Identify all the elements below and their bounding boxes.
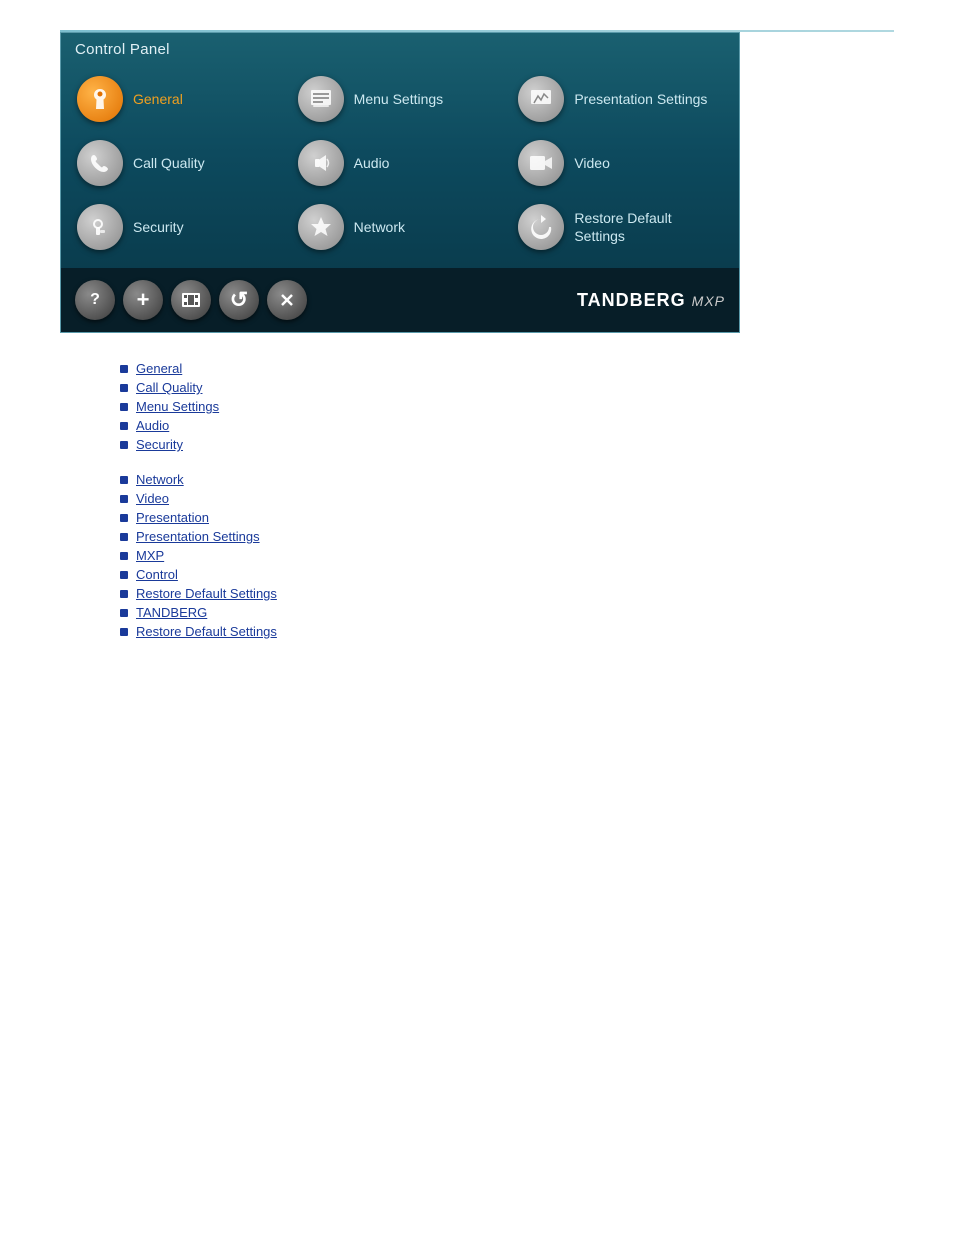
link-mxp[interactable]: MXP bbox=[136, 548, 164, 563]
list-item: MXP bbox=[120, 548, 894, 563]
presentation-icon bbox=[518, 76, 564, 122]
link-network[interactable]: Network bbox=[136, 472, 184, 487]
link-menu-settings[interactable]: Menu Settings bbox=[136, 399, 219, 414]
control-panel-toolbar: ? + ↺ TANDBERG bbox=[61, 268, 739, 332]
list-item: Video bbox=[120, 491, 894, 506]
list-item: Menu Settings bbox=[120, 399, 894, 414]
link-group-1: General Call Quality Menu Settings Audio… bbox=[120, 361, 894, 452]
general-icon bbox=[77, 76, 123, 122]
bullet-icon bbox=[120, 495, 128, 503]
call-quality-icon bbox=[77, 140, 123, 186]
cp-item-audio[interactable]: Audio bbox=[292, 136, 509, 190]
link-restore-default-settings-2[interactable]: Restore Default Settings bbox=[136, 624, 277, 639]
link-security[interactable]: Security bbox=[136, 437, 183, 452]
presentation-label: Presentation Settings bbox=[574, 90, 707, 108]
link-video[interactable]: Video bbox=[136, 491, 169, 506]
list-item: Security bbox=[120, 437, 894, 452]
list-item: Network bbox=[120, 472, 894, 487]
list-item: Presentation Settings bbox=[120, 529, 894, 544]
list-item: Call Quality bbox=[120, 380, 894, 395]
audio-label: Audio bbox=[354, 154, 390, 172]
menu-settings-icon bbox=[298, 76, 344, 122]
cp-item-presentation[interactable]: Presentation Settings bbox=[512, 72, 729, 126]
link-presentation[interactable]: Presentation bbox=[136, 510, 209, 525]
list-item: TANDBERG bbox=[120, 605, 894, 620]
control-panel-grid: General Menu Settings bbox=[61, 64, 739, 268]
general-label: General bbox=[133, 90, 183, 108]
list-item: Control bbox=[120, 567, 894, 582]
link-call-quality[interactable]: Call Quality bbox=[136, 380, 202, 395]
bullet-icon bbox=[120, 441, 128, 449]
list-item: General bbox=[120, 361, 894, 376]
help-button[interactable]: ? bbox=[75, 280, 115, 320]
audio-icon bbox=[298, 140, 344, 186]
network-icon bbox=[298, 204, 344, 250]
links-section: General Call Quality Menu Settings Audio… bbox=[60, 361, 894, 639]
bullet-icon bbox=[120, 609, 128, 617]
tandberg-logo: TANDBERG MXP bbox=[577, 290, 725, 311]
close-button[interactable] bbox=[267, 280, 307, 320]
bullet-icon bbox=[120, 365, 128, 373]
bullet-icon bbox=[120, 514, 128, 522]
cp-item-restore[interactable]: Restore Default Settings bbox=[512, 200, 729, 254]
bullet-icon bbox=[120, 476, 128, 484]
link-audio[interactable]: Audio bbox=[136, 418, 169, 433]
add-button[interactable]: + bbox=[123, 280, 163, 320]
bullet-icon bbox=[120, 533, 128, 541]
video-label: Video bbox=[574, 154, 610, 172]
video-icon bbox=[518, 140, 564, 186]
cp-item-call-quality[interactable]: Call Quality bbox=[71, 136, 288, 190]
list-item: Restore Default Settings bbox=[120, 586, 894, 601]
bullet-icon bbox=[120, 628, 128, 636]
control-panel-title: Control Panel bbox=[61, 33, 739, 64]
bullet-icon bbox=[120, 552, 128, 560]
link-control[interactable]: Control bbox=[136, 567, 178, 582]
bullet-icon bbox=[120, 422, 128, 430]
cp-item-security[interactable]: Security bbox=[71, 200, 288, 254]
bullet-icon bbox=[120, 590, 128, 598]
bullet-icon bbox=[120, 384, 128, 392]
list-item: Restore Default Settings bbox=[120, 624, 894, 639]
security-icon bbox=[77, 204, 123, 250]
menu-settings-label: Menu Settings bbox=[354, 90, 444, 108]
list-item: Audio bbox=[120, 418, 894, 433]
logo-suffix: MXP bbox=[692, 293, 725, 309]
film-button[interactable] bbox=[171, 280, 211, 320]
control-panel: Control Panel General bbox=[60, 32, 740, 333]
restore-label: Restore Default Settings bbox=[574, 209, 723, 245]
network-label: Network bbox=[354, 218, 405, 236]
cp-item-video[interactable]: Video bbox=[512, 136, 729, 190]
bullet-icon bbox=[120, 403, 128, 411]
refresh-button[interactable]: ↺ bbox=[219, 280, 259, 320]
call-quality-label: Call Quality bbox=[133, 154, 205, 172]
cp-item-network[interactable]: Network bbox=[292, 200, 509, 254]
logo-text: TANDBERG bbox=[577, 290, 686, 310]
list-item: Presentation bbox=[120, 510, 894, 525]
link-group-2: Network Video Presentation Presentation … bbox=[120, 472, 894, 639]
link-restore-default-settings[interactable]: Restore Default Settings bbox=[136, 586, 277, 601]
link-presentation-settings[interactable]: Presentation Settings bbox=[136, 529, 260, 544]
restore-icon bbox=[518, 204, 564, 250]
link-general[interactable]: General bbox=[136, 361, 182, 376]
security-label: Security bbox=[133, 218, 184, 236]
cp-item-general[interactable]: General bbox=[71, 72, 288, 126]
bullet-icon bbox=[120, 571, 128, 579]
cp-item-menu-settings[interactable]: Menu Settings bbox=[292, 72, 509, 126]
link-tandberg[interactable]: TANDBERG bbox=[136, 605, 207, 620]
